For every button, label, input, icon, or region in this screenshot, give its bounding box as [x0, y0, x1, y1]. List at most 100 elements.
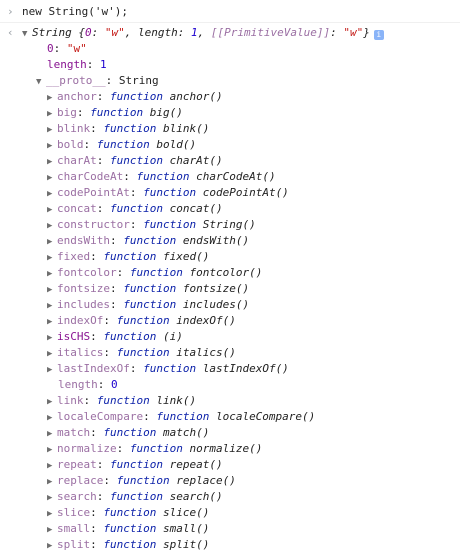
triangle-right-icon[interactable]: ▶ — [47, 458, 57, 474]
proto-member-row[interactable]: ▶ codePointAt: function codePointAt() — [47, 185, 289, 201]
triangle-right-icon[interactable]: ▶ — [47, 202, 57, 218]
colon: : — [83, 138, 97, 151]
proto-member-row[interactable]: ▶ link: function link() — [47, 393, 196, 409]
own-property-row: 0: "w" — [47, 41, 87, 57]
proto-member-row[interactable]: ▶ repeat: function repeat() — [47, 457, 223, 473]
colon: : — [109, 282, 124, 295]
property-key: codePointAt — [57, 186, 130, 199]
triangle-right-icon[interactable]: ▶ — [47, 298, 57, 314]
triangle-right-icon[interactable]: ▶ — [47, 122, 57, 138]
property-key: indexOf — [57, 314, 104, 327]
property-key: isCHS — [57, 330, 91, 343]
triangle-right-icon[interactable]: ▶ — [47, 538, 57, 554]
triangle-down-icon[interactable]: ▼ — [22, 26, 32, 42]
colon: : — [90, 330, 104, 343]
property-key: charAt — [57, 154, 97, 167]
proto-member-row[interactable]: ▶ normalize: function normalize() — [47, 441, 262, 457]
proto-member-row: length: 0 — [58, 377, 118, 393]
proto-member-row[interactable]: ▶ isCHS: function (i) — [47, 329, 183, 345]
colon: : — [90, 522, 104, 535]
function-keyword: function — [129, 442, 183, 455]
triangle-right-icon[interactable]: ▶ — [47, 90, 57, 106]
triangle-right-icon[interactable]: ▶ — [47, 474, 57, 490]
proto-member-row[interactable]: ▶ search: function search() — [47, 489, 223, 505]
function-keyword: function — [110, 458, 163, 471]
triangle-right-icon[interactable]: ▶ — [47, 186, 57, 202]
result-summary[interactable]: ▼ String {0: "w", length: 1, [[PrimitiveV… — [22, 25, 384, 42]
function-signature: link() — [149, 394, 197, 407]
proto-member-row[interactable]: ▶ replace: function replace() — [47, 473, 236, 489]
proto-member-row[interactable]: ▶ lastIndexOf: function lastIndexOf() — [47, 361, 289, 377]
triangle-right-icon[interactable]: ▶ — [47, 362, 57, 378]
triangle-right-icon[interactable]: ▶ — [47, 250, 57, 266]
colon: : — [83, 394, 97, 407]
function-keyword: function — [129, 266, 183, 279]
property-key: fontsize — [57, 282, 110, 295]
proto-member-row[interactable]: ▶ split: function split() — [47, 537, 209, 553]
function-keyword: function — [156, 410, 210, 423]
proto-row[interactable]: ▼ __proto__: String — [36, 73, 159, 89]
function-keyword: function — [123, 234, 177, 247]
proto-member-row[interactable]: ▶ slice: function slice() — [47, 505, 209, 521]
triangle-right-icon[interactable]: ▶ — [47, 426, 57, 442]
function-keyword: function — [116, 314, 170, 327]
triangle-right-icon[interactable]: ▶ — [47, 234, 57, 250]
colon: : — [96, 490, 110, 503]
proto-member-row[interactable]: ▶ match: function match() — [47, 425, 209, 441]
proto-member-row[interactable]: ▶ italics: function italics() — [47, 345, 236, 361]
property-key: repeat — [57, 458, 97, 471]
colon: : — [116, 266, 130, 279]
triangle-right-icon[interactable]: ▶ — [47, 394, 57, 410]
proto-member-row[interactable]: ▶ localeCompare: function localeCompare() — [47, 409, 315, 425]
proto-member-row[interactable]: ▶ endsWith: function endsWith() — [47, 233, 249, 249]
property-value: 0 — [111, 378, 118, 391]
proto-member-row[interactable]: ▶ constructor: function String() — [47, 217, 256, 233]
triangle-right-icon[interactable]: ▶ — [47, 490, 57, 506]
colon: : — [90, 122, 104, 135]
colon: : — [96, 202, 110, 215]
function-keyword: function — [103, 330, 157, 343]
proto-member-row[interactable]: ▶ blink: function blink() — [47, 121, 209, 137]
proto-member-row[interactable]: ▶ fixed: function fixed() — [47, 249, 209, 265]
triangle-right-icon[interactable]: ▶ — [47, 346, 57, 362]
triangle-right-icon[interactable]: ▶ — [47, 154, 57, 170]
function-keyword: function — [110, 90, 163, 103]
proto-member-row[interactable]: ▶ bold: function bold() — [47, 137, 196, 153]
proto-member-row[interactable]: ▶ fontsize: function fontsize() — [47, 281, 249, 297]
colon: : — [76, 106, 91, 119]
triangle-down-icon[interactable]: ▼ — [36, 74, 46, 90]
proto-member-row[interactable]: ▶ includes: function includes() — [47, 297, 249, 313]
triangle-right-icon[interactable]: ▶ — [47, 506, 57, 522]
colon: : — [90, 426, 104, 439]
proto-member-row[interactable]: ▶ indexOf: function indexOf() — [47, 313, 236, 329]
triangle-right-icon[interactable]: ▶ — [47, 218, 57, 234]
proto-member-row[interactable]: ▶ big: function big() — [47, 105, 183, 121]
triangle-right-icon[interactable]: ▶ — [47, 266, 57, 282]
input-command[interactable]: new String('w'); — [22, 4, 128, 20]
property-key: fontcolor — [57, 266, 117, 279]
colon: : — [103, 346, 117, 359]
proto-member-row[interactable]: ▶ anchor: function anchor() — [47, 89, 223, 105]
colon: : — [129, 362, 144, 375]
info-icon[interactable]: i — [373, 30, 384, 40]
chevron-left-icon: ‹ — [7, 26, 14, 39]
triangle-right-icon[interactable]: ▶ — [47, 330, 57, 346]
colon: : — [90, 506, 104, 519]
property-key: italics — [57, 346, 104, 359]
proto-member-row[interactable]: ▶ charAt: function charAt() — [47, 153, 223, 169]
proto-member-row[interactable]: ▶ charCodeAt: function charCodeAt() — [47, 169, 276, 185]
triangle-right-icon[interactable]: ▶ — [47, 410, 57, 426]
proto-member-row[interactable]: ▶ small: function small() — [47, 521, 209, 537]
function-signature: italics() — [169, 346, 236, 359]
triangle-right-icon[interactable]: ▶ — [47, 282, 57, 298]
triangle-right-icon[interactable]: ▶ — [47, 106, 57, 122]
property-key: link — [57, 394, 84, 407]
triangle-right-icon[interactable]: ▶ — [47, 170, 57, 186]
triangle-right-icon[interactable]: ▶ — [47, 522, 57, 538]
proto-member-row[interactable]: ▶ concat: function concat() — [47, 201, 223, 217]
triangle-right-icon[interactable]: ▶ — [47, 442, 57, 458]
triangle-right-icon[interactable]: ▶ — [47, 314, 57, 330]
triangle-right-icon[interactable]: ▶ — [47, 138, 57, 154]
colon: : — [86, 58, 100, 71]
proto-member-row[interactable]: ▶ fontcolor: function fontcolor() — [47, 265, 262, 281]
